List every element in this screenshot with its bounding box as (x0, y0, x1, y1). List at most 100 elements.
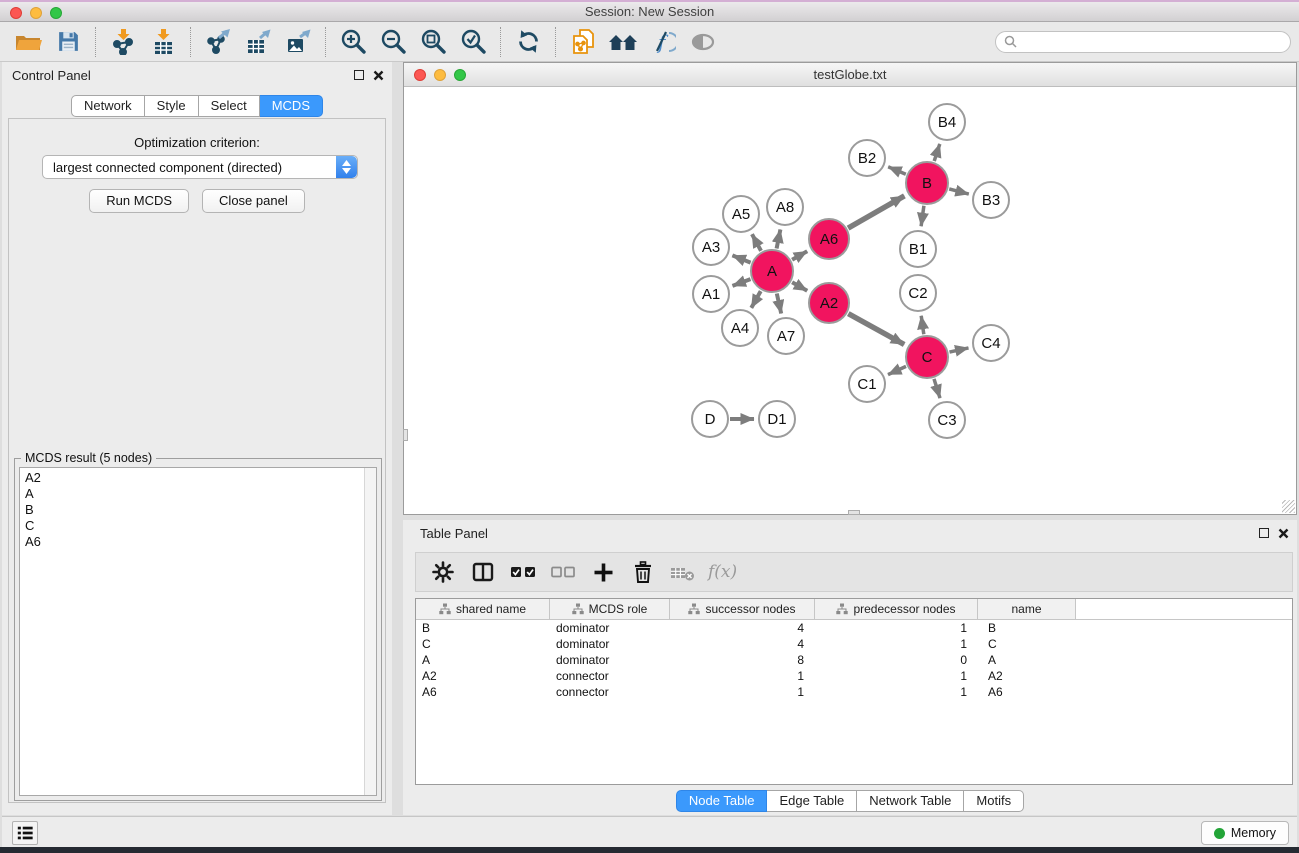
result-list-item[interactable]: A6 (25, 534, 376, 550)
resize-grip[interactable] (1282, 500, 1295, 513)
graph-edge[interactable] (934, 144, 940, 161)
cybrowser-home-button[interactable] (603, 25, 643, 59)
result-list-item[interactable]: C (25, 518, 376, 534)
close-panel-icon[interactable] (373, 70, 384, 81)
main-titlebar[interactable]: Session: New Session (0, 2, 1299, 22)
close-window-button[interactable] (10, 7, 22, 19)
close-panel-button[interactable]: Close panel (202, 189, 305, 213)
table-row[interactable]: Bdominator41B (416, 620, 1292, 636)
network-window-titlebar[interactable]: testGlobe.txt (404, 63, 1296, 87)
minimize-window-button[interactable] (30, 7, 42, 19)
splitter-handle[interactable] (848, 510, 860, 515)
table-row[interactable]: A6connector11A6 (416, 684, 1292, 700)
import-table-button[interactable] (143, 25, 183, 59)
tab-edge-table[interactable]: Edge Table (767, 790, 857, 812)
duplicate-network-button[interactable] (563, 25, 603, 59)
graph-node-B3[interactable]: B3 (973, 182, 1009, 218)
eye-toggle-button[interactable] (683, 25, 723, 59)
tab-network[interactable]: Network (71, 95, 145, 117)
minimize-network-window-button[interactable] (434, 69, 446, 81)
table-settings-button[interactable] (426, 556, 460, 588)
column-header-name[interactable]: name (978, 599, 1076, 620)
graph-edge[interactable] (848, 314, 904, 345)
graph-node-B4[interactable]: B4 (929, 104, 965, 140)
optimization-criterion-select[interactable]: largest connected component (directed) (42, 155, 358, 179)
close-panel-icon[interactable] (1278, 528, 1289, 539)
formula-toggle-button[interactable]: f (643, 25, 683, 59)
graph-node-A3[interactable]: A3 (693, 229, 729, 265)
network-view-window[interactable]: testGlobe.txt AA1A3A5A8A4A7A6A2BB2B4B3B1… (403, 62, 1297, 515)
float-panel-icon[interactable] (354, 70, 364, 80)
graph-edge[interactable] (921, 206, 924, 226)
delete-table-button[interactable] (666, 556, 700, 588)
graph-node-B2[interactable]: B2 (849, 140, 885, 176)
table-row[interactable]: Adominator80A (416, 652, 1292, 668)
tab-motifs[interactable]: Motifs (964, 790, 1024, 812)
result-list-item[interactable]: A (25, 486, 376, 502)
column-header-shared-name[interactable]: shared name (416, 599, 550, 620)
show-column-panel-button[interactable] (466, 556, 500, 588)
result-list-item[interactable]: A2 (25, 470, 376, 486)
graph-node-C4[interactable]: C4 (973, 325, 1009, 361)
graph-node-C2[interactable]: C2 (900, 275, 936, 311)
graph-node-A4[interactable]: A4 (722, 310, 758, 346)
select-all-columns-button[interactable] (506, 556, 540, 588)
zoom-out-button[interactable] (373, 25, 413, 59)
graph-edge[interactable] (732, 255, 750, 262)
graph-node-A7[interactable]: A7 (768, 318, 804, 354)
graph-node-C3[interactable]: C3 (929, 402, 965, 438)
graph-edge[interactable] (733, 279, 751, 286)
tab-node-table[interactable]: Node Table (676, 790, 768, 812)
zoom-fit-button[interactable] (413, 25, 453, 59)
search-field[interactable] (995, 31, 1291, 53)
table-row[interactable]: A2connector11A2 (416, 668, 1292, 684)
zoom-in-button[interactable] (333, 25, 373, 59)
tab-network-table[interactable]: Network Table (857, 790, 964, 812)
column-header-successor-nodes[interactable]: successor nodes (670, 599, 815, 620)
graph-edge[interactable] (777, 294, 781, 314)
graph-node-C[interactable]: C (906, 336, 948, 378)
column-header-predecessor-nodes[interactable]: predecessor nodes (815, 599, 978, 620)
graph-edge[interactable] (792, 282, 807, 291)
export-network-button[interactable] (198, 25, 238, 59)
graph-edge[interactable] (848, 196, 904, 228)
result-list-item[interactable]: B (25, 502, 376, 518)
graph-node-A5[interactable]: A5 (723, 196, 759, 232)
graph-node-D1[interactable]: D1 (759, 401, 795, 437)
open-session-button[interactable] (8, 25, 48, 59)
function-builder-button[interactable]: f(x) (706, 562, 737, 582)
graph-node-B[interactable]: B (906, 162, 948, 204)
graph-edge[interactable] (792, 251, 807, 260)
graph-edge[interactable] (888, 366, 906, 374)
graph-edge[interactable] (934, 379, 940, 398)
tab-style[interactable]: Style (145, 95, 199, 117)
graph-node-A6[interactable]: A6 (809, 219, 849, 259)
memory-button[interactable]: Memory (1201, 821, 1289, 845)
tab-select[interactable]: Select (199, 95, 260, 117)
network-canvas[interactable]: AA1A3A5A8A4A7A6A2BB2B4B3B1CC2C4C1C3DD1 (405, 87, 1295, 514)
graph-edge[interactable] (777, 230, 781, 249)
graph-edge[interactable] (751, 291, 760, 308)
result-list-scrollbar[interactable] (364, 468, 376, 795)
table-row[interactable]: Cdominator41C (416, 636, 1292, 652)
graph-node-D[interactable]: D (692, 401, 728, 437)
graph-edge[interactable] (950, 348, 969, 352)
export-image-button[interactable] (278, 25, 318, 59)
zoom-network-window-button[interactable] (454, 69, 466, 81)
tab-mcds[interactable]: MCDS (260, 95, 323, 117)
run-mcds-button[interactable]: Run MCDS (89, 189, 189, 213)
create-column-button[interactable] (586, 556, 620, 588)
column-header-MCDS-role[interactable]: MCDS role (550, 599, 670, 620)
refresh-button[interactable] (508, 25, 548, 59)
graph-edge[interactable] (888, 167, 906, 174)
graph-node-A2[interactable]: A2 (809, 283, 849, 323)
graph-node-B1[interactable]: B1 (900, 231, 936, 267)
network-graph[interactable]: AA1A3A5A8A4A7A6A2BB2B4B3B1CC2C4C1C3DD1 (405, 87, 1295, 514)
mcds-result-list[interactable]: A2ABCA6 (19, 467, 377, 796)
zoom-selected-button[interactable] (453, 25, 493, 59)
graph-node-A[interactable]: A (751, 250, 793, 292)
float-panel-icon[interactable] (1259, 528, 1269, 538)
graph-edge[interactable] (949, 189, 969, 194)
graph-node-C1[interactable]: C1 (849, 366, 885, 402)
graph-edge[interactable] (752, 234, 761, 251)
